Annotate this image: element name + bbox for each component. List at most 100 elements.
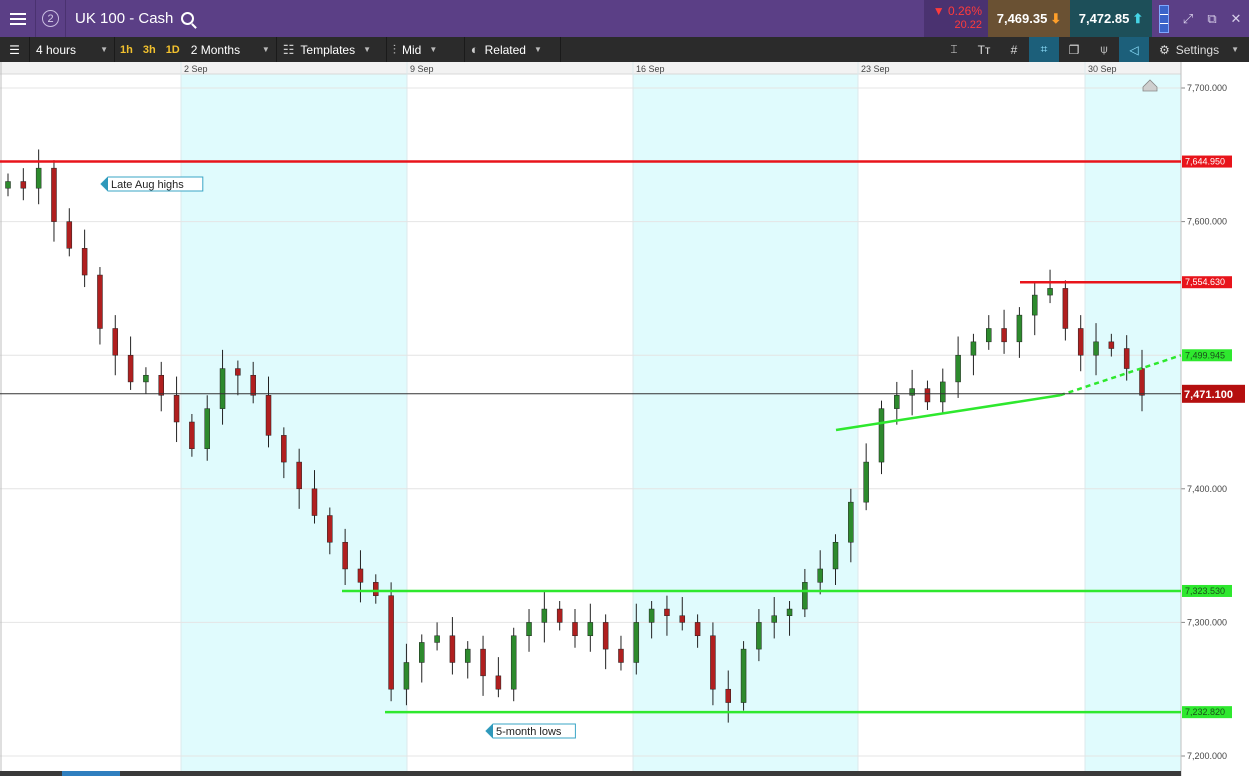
scrollbar-thumb[interactable] bbox=[62, 771, 120, 776]
candle-body bbox=[250, 374, 256, 396]
date-axis-strip bbox=[0, 62, 1181, 74]
close-icon[interactable]: ✕ bbox=[1224, 0, 1248, 37]
list-icon[interactable]: ☰ bbox=[0, 37, 30, 62]
candle-body bbox=[894, 395, 900, 409]
arrow-up-icon: ⬆ bbox=[1132, 10, 1144, 26]
candle-body bbox=[495, 675, 502, 690]
week-band bbox=[1085, 62, 1181, 776]
link-group-number: 2 bbox=[42, 10, 59, 27]
candle-body bbox=[832, 541, 839, 570]
range-label: 2 Months bbox=[190, 42, 241, 57]
crosshair-icon[interactable]: ⌗ bbox=[1029, 37, 1059, 62]
quick-frame-1h[interactable]: 1h bbox=[115, 37, 138, 62]
pop-out-icon[interactable]: ⧉ bbox=[1200, 0, 1224, 37]
toolbar-right: ⌶ Tт # ⌗ ❐ ⍦ ◁ ⚙ Settings ▼ bbox=[939, 37, 1249, 62]
x-tick-label: 9 Sep bbox=[410, 64, 434, 74]
support-price-label: 7,232.820 bbox=[1185, 707, 1225, 717]
candle-body bbox=[725, 688, 731, 703]
chevron-down-icon: ▼ bbox=[363, 45, 372, 54]
candle-body bbox=[694, 622, 701, 637]
candle-body bbox=[1093, 341, 1099, 356]
candle-body bbox=[403, 662, 410, 690]
candle-body bbox=[449, 635, 456, 663]
candle-body bbox=[1123, 348, 1130, 369]
candle-body bbox=[20, 181, 27, 189]
candle-body bbox=[633, 622, 640, 663]
annotation-label: Late Aug highs bbox=[111, 179, 184, 191]
buy-price-button[interactable]: 7,472.85 ⬆ bbox=[1070, 0, 1152, 37]
candle-body bbox=[388, 595, 394, 690]
chevron-down-icon: ▼ bbox=[100, 45, 108, 54]
candle-body bbox=[35, 167, 42, 189]
quick-frame-1d[interactable]: 1D bbox=[161, 37, 185, 62]
search-icon[interactable] bbox=[181, 12, 195, 25]
candle-body bbox=[1077, 328, 1084, 356]
candle-body bbox=[986, 328, 992, 343]
settings-dropdown[interactable]: ⚙ Settings ▼ bbox=[1149, 37, 1249, 62]
hamburger-icon[interactable] bbox=[0, 0, 36, 37]
price-chart[interactable]: 2 Sep 9 Sep 16 Sep 23 Sep 30 Sep 7,700.000 7,6… bbox=[0, 62, 1249, 776]
candle-body bbox=[127, 354, 134, 383]
horizontal-scrollbar[interactable] bbox=[0, 771, 1181, 776]
chevron-down-icon: ▼ bbox=[261, 45, 270, 54]
candle-body bbox=[342, 541, 348, 570]
settings-label: Settings bbox=[1175, 42, 1220, 57]
trendline[interactable] bbox=[835, 394, 1061, 432]
chevron-down-icon: ▼ bbox=[429, 45, 438, 54]
x-tick-label: 2 Sep bbox=[184, 64, 208, 74]
candle-body bbox=[51, 167, 57, 222]
candle-body bbox=[510, 635, 517, 690]
templates-label: Templates bbox=[300, 42, 356, 57]
candle-body bbox=[112, 328, 119, 356]
price-ladder-icon[interactable] bbox=[1152, 0, 1176, 37]
candle-body bbox=[419, 642, 425, 663]
related-icon: ◐ bbox=[470, 42, 479, 57]
magnet-icon[interactable]: ⍦ bbox=[1089, 37, 1119, 62]
chevron-down-icon: ▼ bbox=[533, 45, 542, 54]
annotation-label: 5-month lows bbox=[496, 726, 562, 738]
tag-icon[interactable]: ◁ bbox=[1119, 37, 1149, 62]
x-tick-label: 16 Sep bbox=[636, 64, 665, 74]
candle-body bbox=[771, 615, 777, 623]
candle-body bbox=[265, 395, 272, 436]
link-group-badge[interactable]: 2 bbox=[36, 0, 66, 37]
price-type-dropdown[interactable]: ⫶ Mid ▼ bbox=[387, 37, 465, 62]
support-price-label: 7,323.530 bbox=[1185, 586, 1225, 596]
candle-body bbox=[924, 388, 931, 403]
candle-body bbox=[526, 622, 532, 637]
candle-body bbox=[1031, 294, 1038, 316]
candle-body bbox=[204, 408, 210, 449]
title-bar: 2 UK 100 - Cash ▼ 0.26% 20.22 7,469.35 ⬇ … bbox=[0, 0, 1249, 37]
instrument-title[interactable]: UK 100 - Cash bbox=[75, 10, 173, 27]
candle-body bbox=[756, 622, 762, 650]
timeframe-dropdown[interactable]: 4 hours ▼ bbox=[30, 37, 115, 62]
expand-icon[interactable]: ⤢ bbox=[1176, 0, 1200, 37]
range-dropdown[interactable]: 2 Months ▼ bbox=[185, 37, 277, 62]
candle-body bbox=[940, 381, 946, 403]
layers-icon[interactable]: ❐ bbox=[1059, 37, 1089, 62]
text-tool-icon[interactable]: Tт bbox=[969, 37, 999, 62]
candle-body bbox=[587, 622, 594, 637]
candle-body bbox=[541, 608, 548, 623]
drawing-tools-icon[interactable]: ⌶ bbox=[939, 37, 969, 62]
candle-body bbox=[464, 648, 471, 663]
related-label: Related bbox=[484, 42, 526, 57]
timeframe-label: 4 hours bbox=[36, 42, 77, 57]
candle-body bbox=[235, 368, 241, 376]
quick-frame-3h[interactable]: 3h bbox=[138, 37, 161, 62]
templates-dropdown[interactable]: ☷ Templates ▼ bbox=[277, 37, 387, 62]
candle-body bbox=[556, 608, 563, 623]
candle-body bbox=[1047, 288, 1053, 296]
price-type-label: Mid bbox=[402, 42, 422, 57]
x-tick-label: 30 Sep bbox=[1088, 64, 1117, 74]
current-price-label: 7,471.100 bbox=[1184, 389, 1233, 401]
change-percent: ▼ 0.26% bbox=[932, 4, 982, 18]
related-dropdown[interactable]: ◐ Related ▼ bbox=[465, 37, 561, 62]
candle-body bbox=[373, 582, 379, 596]
change-absolute: 20.22 bbox=[954, 19, 982, 31]
sell-price-button[interactable]: 7,469.35 ⬇ bbox=[988, 0, 1070, 37]
resistance-price-label: 7,644.950 bbox=[1185, 157, 1225, 167]
candle-body bbox=[1108, 341, 1115, 349]
candle-body bbox=[664, 608, 670, 616]
grid-icon[interactable]: # bbox=[999, 37, 1029, 62]
